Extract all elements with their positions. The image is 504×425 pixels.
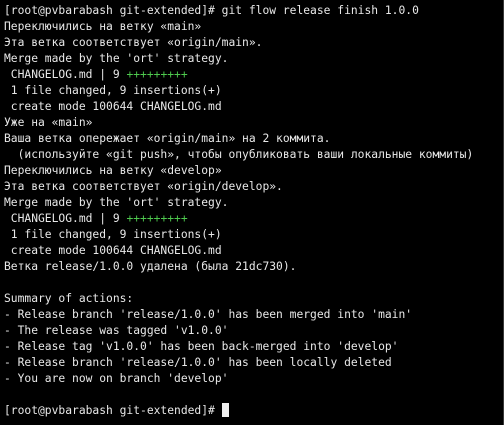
terminal-line-text: CHANGELOG.md | 9 [4, 68, 127, 81]
terminal-line-text: CHANGELOG.md | 9 [4, 212, 127, 225]
terminal-line: - Release branch 'release/1.0.0' has bee… [4, 355, 503, 371]
terminal-line: create mode 100644 CHANGELOG.md [4, 243, 503, 259]
terminal-line: Ветка release/1.0.0 удалена (была 21dc73… [4, 259, 503, 275]
terminal-line: CHANGELOG.md | 9 +++++++++ [4, 67, 503, 83]
terminal-line: Merge made by the 'ort' strategy. [4, 51, 503, 67]
terminal-line: - The release was tagged 'v1.0.0' [4, 323, 503, 339]
terminal-line: Ваша ветка опережает «origin/main» на 2 … [4, 131, 503, 147]
terminal-line-text: - Release branch 'release/1.0.0' has bee… [4, 308, 413, 321]
terminal-line: - You are now on branch 'develop' [4, 371, 503, 387]
terminal-line-text: [root@pvbarabash git-extended]# git flow… [4, 4, 419, 17]
terminal-line-text: create mode 100644 CHANGELOG.md [4, 100, 222, 113]
terminal-line: - Release branch 'release/1.0.0' has bee… [4, 307, 503, 323]
terminal-line: Merge made by the 'ort' strategy. [4, 195, 503, 211]
terminal-line-text: Summary of actions: [4, 292, 134, 305]
terminal-cursor[interactable] [221, 403, 229, 417]
terminal-line: Уже на «main» [4, 115, 503, 131]
terminal-line: create mode 100644 CHANGELOG.md [4, 99, 503, 115]
terminal-line: Эта ветка соответствует «origin/develop»… [4, 179, 503, 195]
terminal-line-text: Уже на «main» [4, 116, 93, 129]
terminal-line: 1 file changed, 9 insertions(+) [4, 83, 503, 99]
terminal-line-text: Переключились на ветку «develop» [4, 164, 222, 177]
terminal-line: Переключились на ветку «develop» [4, 163, 503, 179]
terminal-line-text: - Release branch 'release/1.0.0' has bee… [4, 356, 392, 369]
terminal-line: Summary of actions: [4, 291, 503, 307]
terminal-line-text: - You are now on branch 'develop' [4, 372, 229, 385]
terminal-line: Переключились на ветку «main» [4, 19, 503, 35]
terminal-line-text: 1 file changed, 9 insertions(+) [4, 84, 222, 97]
terminal-line-text: Эта ветка соответствует «origin/develop»… [4, 180, 283, 193]
terminal-line-text: Merge made by the 'ort' strategy. [4, 196, 229, 209]
terminal-line: 1 file changed, 9 insertions(+) [4, 227, 503, 243]
terminal-line-text: Эта ветка соответствует «origin/main». [4, 36, 263, 49]
terminal-line-text: Merge made by the 'ort' strategy. [4, 52, 229, 65]
terminal-line-text: - The release was tagged 'v1.0.0' [4, 324, 229, 337]
terminal-line: Эта ветка соответствует «origin/main». [4, 35, 503, 51]
terminal-line-text: 1 file changed, 9 insertions(+) [4, 228, 222, 241]
terminal-line-text: create mode 100644 CHANGELOG.md [4, 244, 222, 257]
prompt-line: [root@pvbarabash git-extended]# [4, 403, 503, 419]
terminal-line: (используйте «git push», чтобы опубликов… [4, 147, 503, 163]
terminal-line-text: Ветка release/1.0.0 удалена (была 21dc73… [4, 260, 297, 273]
terminal-line-text: Ваша ветка опережает «origin/main» на 2 … [4, 132, 331, 145]
terminal-line: - Release tag 'v1.0.0' has been back-mer… [4, 339, 503, 355]
terminal-line: CHANGELOG.md | 9 +++++++++ [4, 211, 503, 227]
terminal-window[interactable]: [root@pvbarabash git-extended]# git flow… [0, 0, 504, 425]
diffstat-plus-marks: +++++++++ [126, 68, 188, 81]
diffstat-plus-marks: +++++++++ [126, 212, 188, 225]
terminal-line-text: [root@pvbarabash git-extended]# [4, 404, 222, 417]
terminal-line-text: (используйте «git push», чтобы опубликов… [4, 148, 474, 161]
terminal-line-text: Переключились на ветку «main» [4, 20, 202, 33]
terminal-line-text: - Release tag 'v1.0.0' has been back-mer… [4, 340, 399, 353]
terminal-line: [root@pvbarabash git-extended]# git flow… [4, 3, 503, 19]
